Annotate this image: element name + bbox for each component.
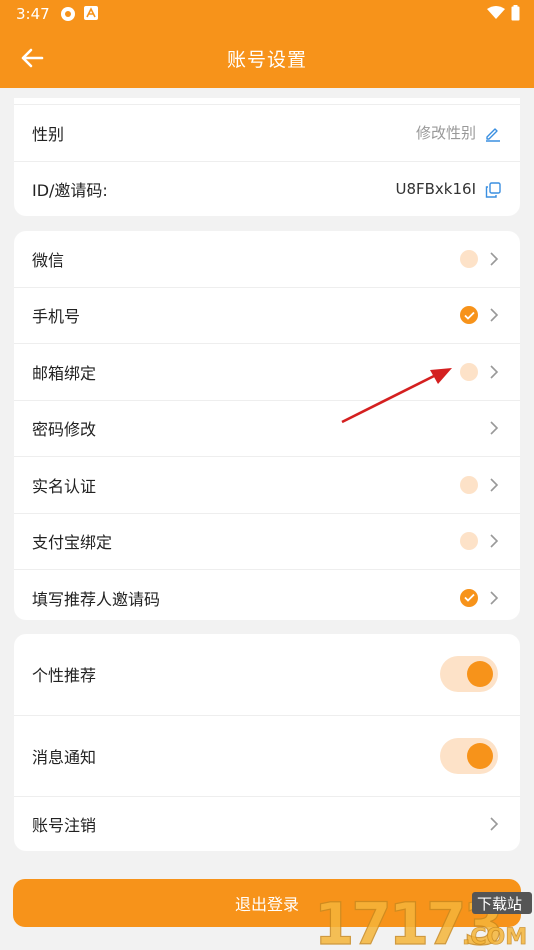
- notifications-row: 消息通知: [14, 716, 520, 797]
- page-title: 账号设置: [226, 49, 307, 71]
- id-label: ID/邀请码:: [32, 181, 108, 201]
- chevron-right-icon: [490, 534, 499, 548]
- binding-row-realname[interactable]: 实名认证: [14, 457, 520, 514]
- chevron-right-icon: [490, 421, 499, 435]
- annotation-arrow-icon: [341, 368, 452, 424]
- cancel-account-row[interactable]: 账号注销: [14, 797, 520, 851]
- copy-icon[interactable]: [485, 181, 501, 198]
- binding-row-wechat[interactable]: 微信: [14, 231, 520, 288]
- gender-value: 修改性别: [415, 124, 476, 143]
- id-value: U8FBxk16I: [395, 180, 476, 199]
- edit-pencil-icon[interactable]: [484, 124, 502, 142]
- chevron-right-icon: [490, 252, 499, 266]
- binding-label: 填写推荐人邀请码: [32, 589, 161, 609]
- check-icon: [460, 532, 478, 551]
- check-icon: [460, 306, 478, 325]
- binding-row-alipay[interactable]: 支付宝绑定: [14, 514, 520, 570]
- chevron-right-icon: [490, 591, 499, 605]
- chevron-right-icon: [490, 308, 499, 322]
- check-icon: [460, 588, 478, 607]
- app-a-icon: [84, 6, 98, 20]
- setting-label: 消息通知: [32, 747, 97, 767]
- watermark-logo: 17173 下载站 .COM: [313, 889, 532, 950]
- settings-card: 个性推荐 消息通知 账号注销: [14, 634, 520, 851]
- gender-label: 性别: [32, 124, 65, 144]
- personal-recommend-row: 个性推荐: [14, 634, 520, 716]
- binding-label: 微信: [32, 250, 65, 270]
- camera-aperture-icon: [61, 7, 75, 21]
- app-bar: 账号设置: [0, 28, 534, 88]
- setting-label: 账号注销: [32, 816, 97, 835]
- binding-label: 实名认证: [32, 476, 97, 496]
- status-time: 3:47: [16, 5, 50, 23]
- battery-icon: [511, 5, 520, 21]
- svg-text:下载站: 下载站: [477, 895, 522, 913]
- binding-label: 密码修改: [32, 420, 97, 440]
- binding-label: 邮箱绑定: [32, 363, 97, 383]
- binding-row-phone[interactable]: 手机号: [14, 288, 520, 344]
- chevron-right-icon: [490, 365, 499, 379]
- profile-card: 性别 修改性别 ID/邀请码: U8FBxk16I: [14, 98, 520, 216]
- id-row: ID/邀请码: U8FBxk16I: [14, 162, 520, 217]
- personal-recommend-toggle[interactable]: [440, 656, 498, 693]
- gender-row[interactable]: 性别 修改性别: [14, 105, 520, 162]
- svg-text:.COM: .COM: [462, 925, 527, 950]
- binding-row-referrer[interactable]: 填写推荐人邀请码: [14, 570, 520, 620]
- setting-label: 个性推荐: [32, 666, 97, 686]
- check-icon: [460, 362, 478, 381]
- check-icon: [460, 475, 478, 494]
- binding-label: 手机号: [32, 307, 81, 327]
- check-icon: [460, 249, 478, 268]
- status-bar: 3:47: [0, 0, 534, 28]
- notifications-toggle[interactable]: [440, 737, 498, 774]
- wifi-icon: [487, 6, 505, 19]
- binding-label: 支付宝绑定: [32, 533, 113, 553]
- chevron-right-icon: [490, 478, 499, 492]
- chevron-right-icon: [490, 817, 499, 831]
